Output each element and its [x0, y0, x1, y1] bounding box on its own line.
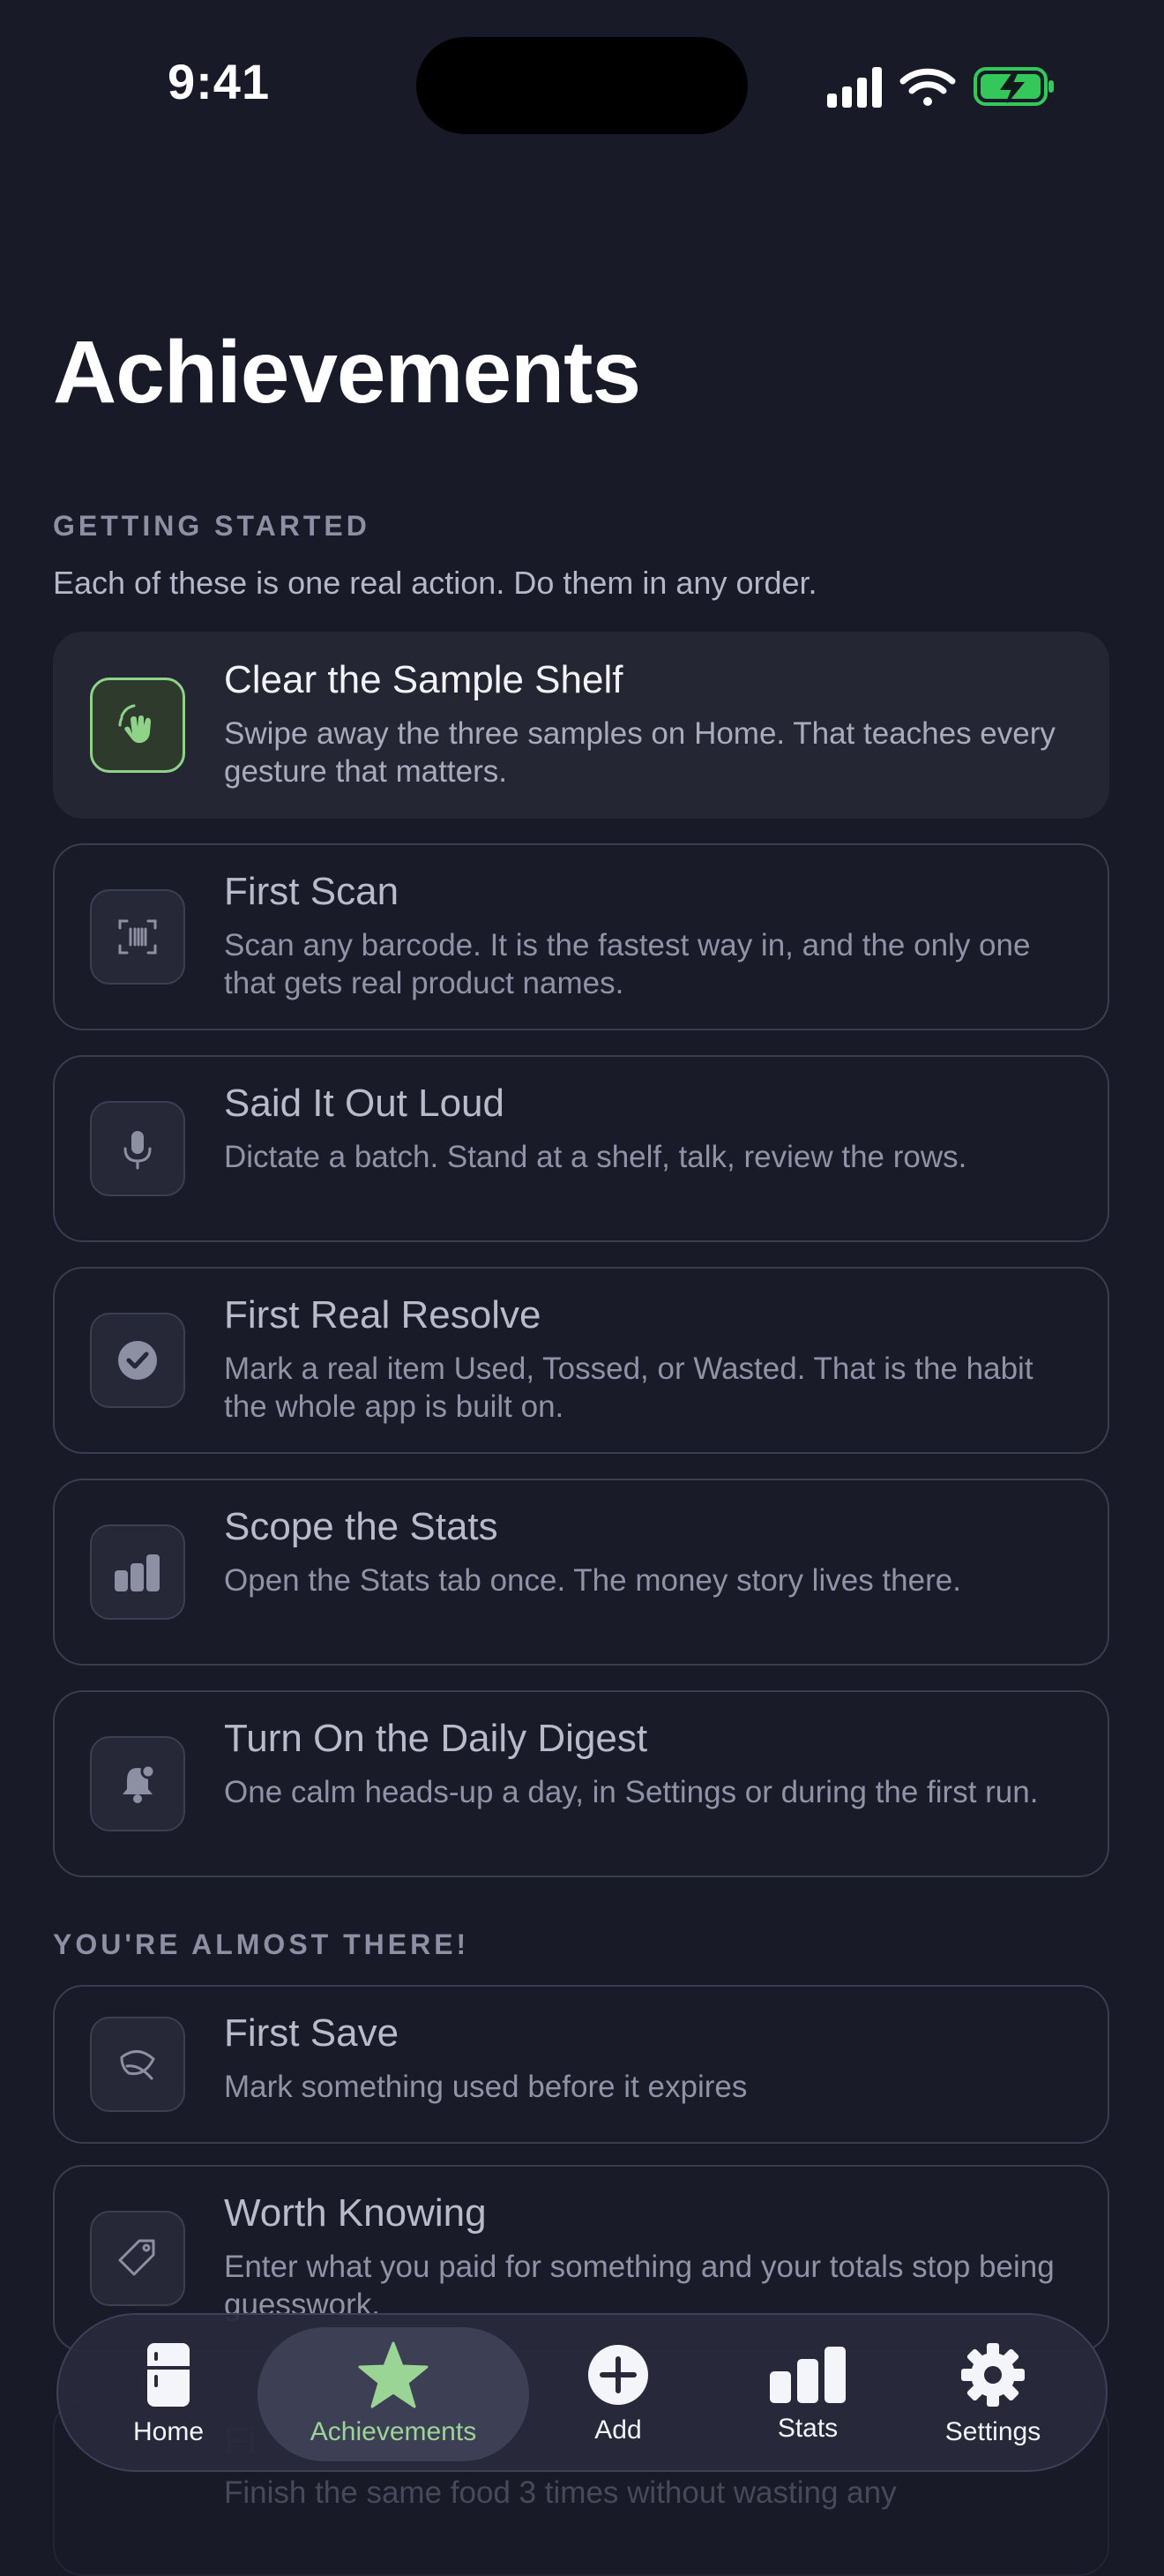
tab-label: Achievements — [310, 2417, 477, 2446]
dynamic-island — [416, 37, 748, 134]
achievement-title: Worth Knowing — [224, 2191, 487, 2235]
achievement-title: First Real Resolve — [224, 1293, 541, 1337]
achievement-badge — [90, 1101, 185, 1196]
bar-chart-icon — [770, 2347, 846, 2403]
achievement-badge — [90, 1736, 185, 1831]
achievement-card-scope-the-stats[interactable]: Scope the Stats Open the Stats tab once.… — [53, 1479, 1109, 1666]
price-tag-icon — [118, 2239, 155, 2276]
section-header-getting-started: GETTING STARTED — [53, 510, 370, 542]
achievement-title: First Save — [224, 2011, 399, 2055]
achievement-card-clear-sample-shelf[interactable]: Clear the Sample Shelf Swipe away the th… — [53, 632, 1109, 819]
hand-swipe-icon — [118, 704, 151, 744]
achievement-description: Finish the same food 3 times without was… — [224, 2475, 897, 2510]
fridge-icon — [147, 2343, 190, 2407]
status-time: 9:41 — [168, 54, 271, 109]
achievement-description: One calm heads-up a day, in Settings or … — [224, 1775, 1039, 1809]
tab-label: Add — [594, 2415, 642, 2445]
tab-label: Home — [132, 2417, 205, 2446]
wifi-icon — [899, 68, 956, 106]
section-header-almost-there: YOU'RE ALMOST THERE! — [53, 1928, 470, 1960]
achievement-description: Dictate a batch. Stand at a shelf, talk,… — [224, 1140, 967, 1174]
checkmark-circle-icon — [118, 1341, 157, 1380]
tab-achievements[interactable]: Achievements — [270, 2315, 517, 2474]
plus-circle-icon — [588, 2345, 648, 2405]
gear-icon — [961, 2343, 1025, 2407]
achievement-badge — [90, 2017, 185, 2112]
achievement-description: Scan any barcode. It is the fastest way … — [224, 928, 1031, 1000]
achievement-description: Open the Stats tab once. The money story… — [224, 1563, 961, 1598]
tab-stats[interactable]: Stats — [750, 2315, 865, 2474]
tab-label: Stats — [777, 2414, 839, 2443]
status-icons — [827, 67, 1054, 108]
bell-badge-icon — [123, 1764, 156, 1803]
cellular-signal-icon — [827, 67, 882, 108]
achievement-card-said-it-out-loud[interactable]: Said It Out Loud Dictate a batch. Stand … — [53, 1055, 1109, 1242]
achievement-description: Swipe away the three samples on Home. Th… — [224, 716, 1056, 789]
battery-charging-icon — [974, 67, 1054, 106]
achievement-badge — [90, 2211, 185, 2306]
star-icon — [358, 2341, 429, 2408]
status-bar: 9:41 — [0, 0, 1164, 168]
tab-add[interactable]: Add — [561, 2315, 675, 2474]
microphone-icon — [123, 1131, 152, 1170]
leaf-icon — [120, 2050, 155, 2080]
tab-bar: Home Achievements Add Stats Settings — [56, 2313, 1108, 2472]
page-title: Achievements — [53, 323, 641, 422]
achievement-card-first-real-resolve[interactable]: First Real Resolve Mark a real item Used… — [53, 1267, 1109, 1454]
achievement-description: Mark a real item Used, Tossed, or Wasted… — [224, 1352, 1033, 1424]
achievement-badge — [90, 678, 185, 773]
achievement-card-first-save[interactable]: First Save Mark something used before it… — [53, 1985, 1109, 2144]
achievement-card-first-scan[interactable]: First Scan Scan any barcode. It is the f… — [53, 843, 1109, 1030]
achievement-badge — [90, 1313, 185, 1408]
achievement-title: Said It Out Loud — [224, 1082, 504, 1125]
achievement-badge — [90, 1524, 185, 1620]
bar-chart-icon — [115, 1554, 160, 1591]
barcode-scan-icon — [118, 919, 157, 955]
tab-label: Settings — [944, 2417, 1041, 2446]
achievement-badge — [90, 889, 185, 985]
achievement-title: Turn On the Daily Digest — [224, 1717, 648, 1760]
achievement-title: Scope the Stats — [224, 1505, 498, 1548]
section-subtitle: Each of these is one real action. Do the… — [53, 565, 817, 601]
achievement-card-daily-digest[interactable]: Turn On the Daily Digest One calm heads-… — [53, 1690, 1109, 1877]
achievement-description: Mark something used before it expires — [224, 2070, 748, 2104]
tab-settings[interactable]: Settings — [931, 2315, 1055, 2474]
achievement-title: First Scan — [224, 870, 399, 913]
achievement-title: Clear the Sample Shelf — [224, 658, 623, 701]
tab-home[interactable]: Home — [111, 2315, 226, 2474]
